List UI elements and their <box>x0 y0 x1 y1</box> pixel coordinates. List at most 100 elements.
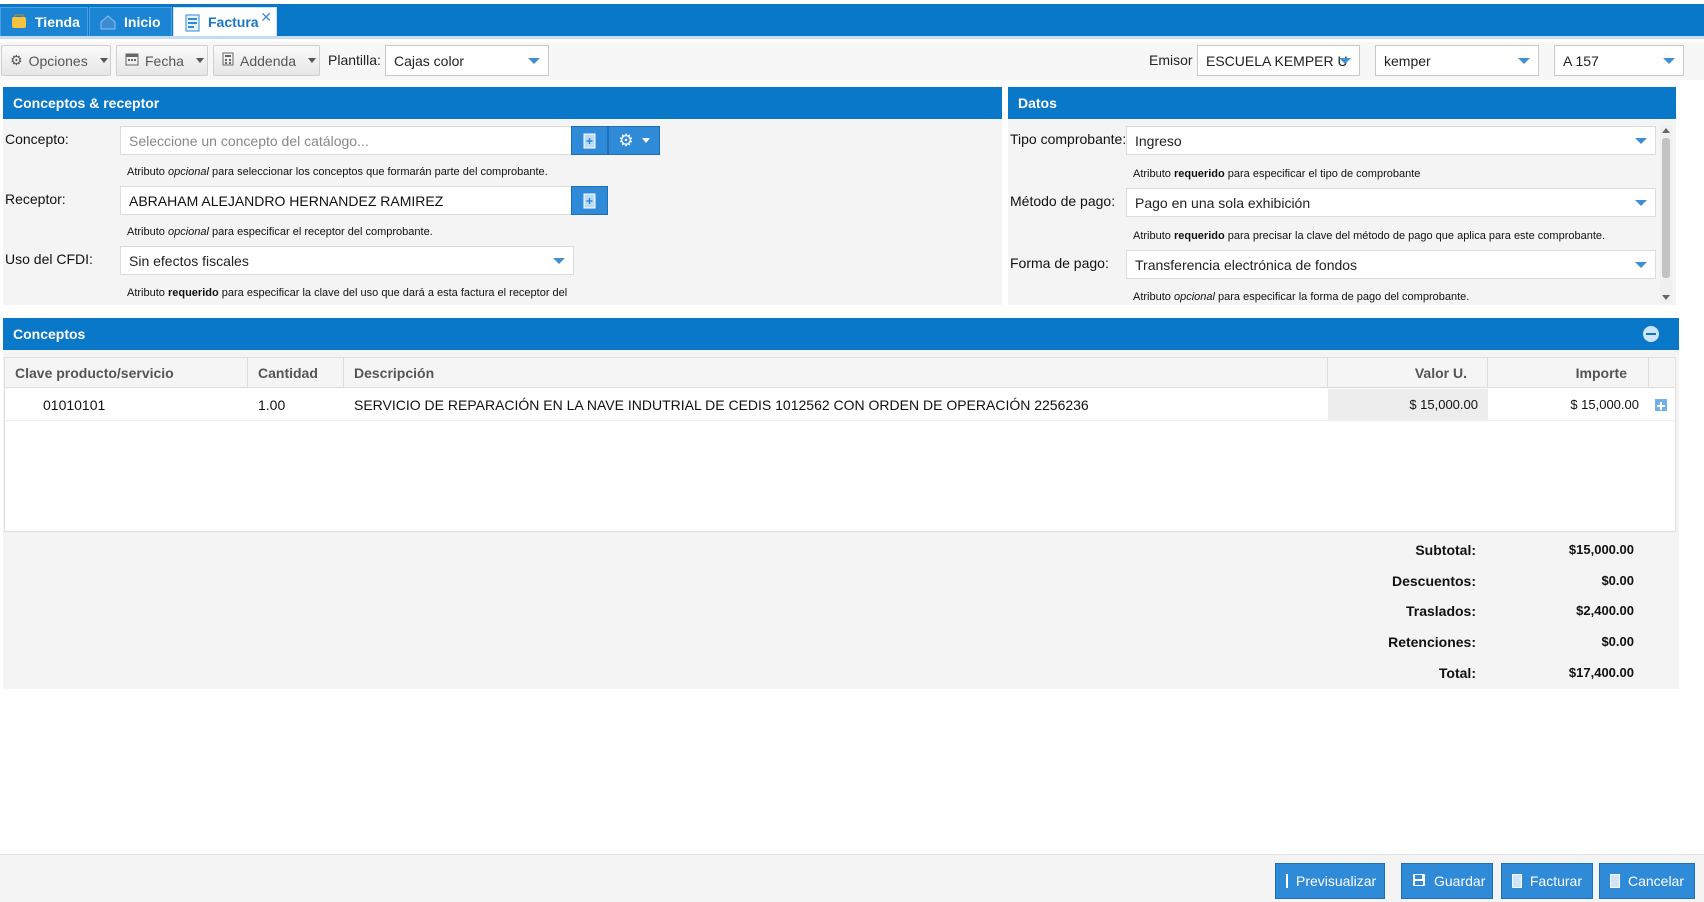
valor-cell[interactable]: $ 15,000.00 <box>1328 389 1488 421</box>
clave-cell: 01010101 <box>43 397 106 413</box>
receptor-label: Receptor: <box>5 191 66 207</box>
plantilla-select[interactable]: Cajas color <box>385 45 549 76</box>
scroll-up-icon[interactable] <box>1660 125 1672 135</box>
dropdown-arrow-icon <box>553 258 565 264</box>
chevron-down-icon <box>99 58 108 63</box>
cancel-document-icon <box>1610 874 1620 888</box>
tab-label: Tienda <box>35 14 80 30</box>
fecha-label: Fecha <box>145 52 184 69</box>
emisor-value: ESCUELA KEMPER U <box>1206 52 1348 69</box>
column-header[interactable]: Cantidad <box>248 358 344 388</box>
column-header[interactable]: Valor U. <box>1328 358 1488 388</box>
dropdown-arrow-icon <box>1635 138 1647 144</box>
opciones-label: Opciones <box>28 52 88 69</box>
panel-title: Conceptos & receptor <box>3 87 1002 119</box>
dropdown-arrow-icon <box>1635 262 1647 268</box>
button-label: Cancelar <box>1627 873 1684 889</box>
panel-title: Datos <box>1008 87 1676 119</box>
button-label: Guardar <box>1434 873 1486 889</box>
metodo-pago-select[interactable]: Pago en una sola exhibición <box>1126 188 1656 217</box>
invoice-icon <box>184 14 200 32</box>
importe-cell: $ 15,000.00 <box>1570 397 1639 412</box>
column-header[interactable]: Clave producto/servicio <box>5 358 248 388</box>
column-header[interactable]: Importe <box>1488 358 1649 388</box>
gear-icon: ⚙ <box>10 52 23 68</box>
conceptos-receptor-panel: Conceptos & receptor Concepto: Seleccion… <box>3 87 1002 305</box>
new-document-icon <box>583 193 595 208</box>
column-header[interactable]: Descripción <box>344 358 1328 388</box>
retenciones-value: $0.00 <box>1601 634 1634 649</box>
dropdown-arrow-icon <box>1635 200 1647 206</box>
panel-title: Conceptos <box>3 318 1679 350</box>
total-label: Total: <box>1438 665 1476 681</box>
scroll-thumb[interactable] <box>1662 138 1670 278</box>
dropdown-arrow-icon <box>1339 58 1351 64</box>
datos-scrollbar[interactable] <box>1660 125 1672 303</box>
forma-pago-label: Forma de pago: <box>1010 255 1109 271</box>
gear-icon: ⚙ <box>618 130 634 150</box>
uso-cfdi-hint: Atributo requerido para especificar la c… <box>127 287 568 299</box>
receptor-input[interactable]: ABRAHAM ALEJANDRO HERNANDEZ RAMIREZ <box>120 186 574 215</box>
add-concepto-button[interactable] <box>571 126 608 155</box>
metodo-pago-value: Pago en una sola exhibición <box>1135 194 1311 211</box>
calculator-icon <box>222 52 234 69</box>
table-header: Clave producto/servicio Cantidad Descrip… <box>5 358 1675 388</box>
table-row[interactable]: 01010101 1.00 SERVICIO DE REPARACIÓN EN … <box>5 389 1675 421</box>
expand-row-icon[interactable] <box>1655 399 1667 411</box>
conceptos-table: Clave producto/servicio Cantidad Descrip… <box>4 357 1676 532</box>
uso-cfdi-select[interactable]: Sin efectos fiscales <box>120 246 574 275</box>
addenda-label: Addenda <box>240 52 297 69</box>
tab-label: Factura <box>208 14 259 30</box>
serie-select[interactable]: A 157 <box>1554 45 1684 76</box>
emisor-select[interactable]: ESCUELA KEMPER U <box>1197 45 1360 76</box>
tab-bar: Tienda Inicio Factura ✕ <box>0 4 1704 39</box>
tipo-comprobante-label: Tipo comprobante: <box>1010 131 1127 147</box>
uso-cfdi-value: Sin efectos fiscales <box>129 252 249 269</box>
add-receptor-button[interactable] <box>571 186 608 215</box>
tab-factura[interactable]: Factura ✕ <box>173 7 277 36</box>
collapse-icon[interactable] <box>1643 326 1659 342</box>
button-label: Previsualizar <box>1296 873 1377 889</box>
tab-tienda[interactable]: Tienda <box>0 7 88 36</box>
close-icon[interactable]: ✕ <box>260 9 272 26</box>
concepto-settings-button[interactable]: ⚙ <box>608 126 660 155</box>
home-icon <box>100 14 116 30</box>
save-icon <box>1412 873 1426 890</box>
plantilla-value: Cajas color <box>394 52 465 69</box>
plantilla-label: Plantilla: <box>328 52 381 68</box>
usuario-select[interactable]: kemper <box>1375 45 1539 76</box>
traslados-value: $2,400.00 <box>1576 603 1634 618</box>
receptor-hint: Atributo opcional para especificar el re… <box>127 226 433 238</box>
new-document-icon <box>583 133 595 148</box>
uso-cfdi-label: Uso del CFDI: <box>5 251 93 267</box>
cancelar-button[interactable]: Cancelar <box>1599 863 1695 899</box>
forma-pago-hint: Atributo opcional para especificar la fo… <box>1133 291 1470 303</box>
forma-pago-select[interactable]: Transferencia electrónica de fondos <box>1126 250 1656 279</box>
concepto-label: Concepto: <box>5 131 69 147</box>
total-value: $17,400.00 <box>1568 665 1634 680</box>
tab-label: Inicio <box>124 14 161 30</box>
invoice-document-icon <box>1512 874 1522 888</box>
subtotal-value: $15,000.00 <box>1568 542 1634 557</box>
chevron-down-icon <box>308 58 317 63</box>
addenda-button[interactable]: Addenda <box>213 45 320 76</box>
button-label: Facturar <box>1529 873 1582 889</box>
forma-pago-value: Transferencia electrónica de fondos <box>1135 256 1358 273</box>
chevron-down-icon <box>195 58 204 63</box>
calendar-icon <box>125 52 139 69</box>
datos-panel: Datos Tipo comprobante: Ingreso Atributo… <box>1008 87 1676 305</box>
dropdown-arrow-icon <box>1663 58 1675 64</box>
scroll-down-icon[interactable] <box>1660 293 1672 303</box>
tipo-comprobante-hint: Atributo requerido para especificar el t… <box>1133 168 1421 180</box>
tab-inicio[interactable]: Inicio <box>89 7 172 36</box>
opciones-button[interactable]: ⚙ Opciones <box>1 45 111 76</box>
guardar-button[interactable]: Guardar <box>1401 863 1493 899</box>
concepto-input[interactable]: Seleccione un concepto del catálogo... <box>120 126 574 155</box>
footer-bar: Previsualizar Guardar Facturar Cancelar <box>0 854 1704 902</box>
tipo-comprobante-select[interactable]: Ingreso <box>1126 126 1656 155</box>
fecha-button[interactable]: Fecha <box>116 45 208 76</box>
facturar-button[interactable]: Facturar <box>1501 863 1593 899</box>
concepto-hint: Atributo opcional para seleccionar los c… <box>127 166 548 178</box>
toolbar: ⚙ Opciones Fecha Addenda Plantilla: Caja… <box>0 42 1704 80</box>
previsualizar-button[interactable]: Previsualizar <box>1275 863 1385 899</box>
